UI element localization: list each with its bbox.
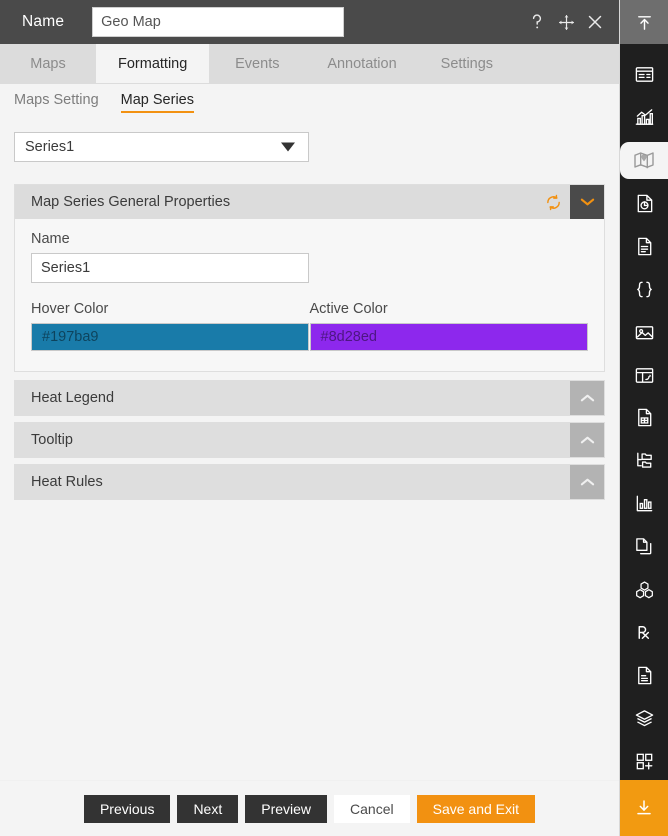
tab-maps[interactable]: Maps: [0, 44, 96, 83]
heat-rules-section[interactable]: Heat Rules: [14, 464, 605, 500]
name-input[interactable]: [92, 7, 345, 37]
sidebar-item-braces[interactable]: [620, 271, 668, 308]
color-fields-row: Hover Color #197ba9 Active Color #8d28ed: [31, 301, 588, 351]
panel-collapse-toggle[interactable]: [570, 185, 604, 219]
sidebar-item-map[interactable]: [620, 141, 668, 179]
help-icon[interactable]: [527, 11, 547, 33]
close-icon[interactable]: [585, 11, 605, 33]
sidebar-item-tree-folder[interactable]: [620, 442, 668, 479]
sidebar-item-prescription[interactable]: [620, 614, 668, 651]
active-color-label: Active Color: [309, 301, 388, 317]
sub-tabs: Maps Setting Map Series: [0, 84, 619, 120]
series-name-label: Name: [31, 231, 70, 247]
collapse-up-icon[interactable]: [620, 0, 668, 44]
heat-legend-section[interactable]: Heat Legend: [14, 380, 605, 416]
sidebar-item-column-chart[interactable]: [620, 485, 668, 522]
sidebar-item-image[interactable]: [620, 314, 668, 351]
subtab-maps-setting[interactable]: Maps Setting: [14, 93, 99, 112]
tooltip-title: Tooltip: [31, 432, 73, 448]
cancel-button[interactable]: Cancel: [334, 794, 410, 823]
previous-button[interactable]: Previous: [83, 794, 171, 823]
heat-rules-title: Heat Rules: [31, 474, 103, 490]
panel-title: Map Series General Properties: [31, 194, 231, 210]
title-bar-actions: [527, 11, 609, 33]
title-bar: Name: [0, 0, 619, 44]
heat-legend-title: Heat Legend: [31, 390, 115, 406]
sidebar-item-add-widget[interactable]: [620, 743, 668, 780]
next-button[interactable]: Next: [177, 794, 239, 823]
sidebar-item-document[interactable]: [620, 228, 668, 265]
active-color-field: Active Color #8d28ed: [309, 301, 589, 351]
hover-color-label: Hover Color: [31, 301, 109, 317]
main-column: Name Geo Map Maps Formatting Events Anno…: [0, 0, 620, 836]
sidebar-item-table[interactable]: [620, 357, 668, 394]
panel-header-actions: [536, 185, 604, 219]
sidebar-item-layers[interactable]: [620, 700, 668, 737]
heat-legend-expand-toggle[interactable]: [570, 381, 604, 415]
tab-formatting[interactable]: Formatting: [96, 44, 210, 83]
refresh-icon[interactable]: [536, 185, 570, 219]
download-icon[interactable]: [620, 780, 668, 836]
series-name-input[interactable]: [31, 253, 309, 283]
sidebar-item-pie-report[interactable]: [620, 185, 668, 222]
series-selector-value[interactable]: Series1: [14, 132, 309, 162]
move-icon[interactable]: [556, 11, 576, 33]
subtab-map-series[interactable]: Map Series: [120, 93, 195, 113]
sidebar-item-copy-page[interactable]: [620, 528, 668, 565]
footer-toolbar: Previous Next Preview Cancel Save and Ex…: [0, 780, 619, 836]
panel-content: Name Hover Color #197ba9 Active Color #8…: [15, 219, 604, 371]
save-and-exit-button[interactable]: Save and Exit: [416, 794, 536, 823]
tab-settings[interactable]: Settings: [419, 44, 515, 83]
tooltip-section[interactable]: Tooltip: [14, 422, 605, 458]
sidebar-item-spreadsheet[interactable]: [620, 400, 668, 437]
hover-color-field: Hover Color #197ba9: [31, 301, 310, 351]
tooltip-expand-toggle[interactable]: [570, 423, 604, 457]
sidebar-item-bar-chart[interactable]: [620, 99, 668, 136]
editor-window: Name Geo Map Maps Formatting Events Anno…: [0, 0, 668, 836]
tab-events[interactable]: Events: [209, 44, 305, 83]
sidebar-item-cubes[interactable]: [620, 571, 668, 608]
panel-header[interactable]: Map Series General Properties: [15, 185, 604, 219]
right-sidebar: [620, 0, 668, 836]
panel-body-area: Series1 Map Series General Properties Na…: [0, 120, 619, 780]
heat-rules-expand-toggle[interactable]: [570, 465, 604, 499]
active-color-swatch[interactable]: #8d28ed: [309, 323, 588, 351]
map-series-general-properties-panel: Map Series General Properties Name Serie…: [14, 184, 605, 372]
main-tabs: Maps Formatting Events Annotation Settin…: [0, 44, 619, 84]
name-label: Name: [22, 13, 65, 30]
sidebar-items: [620, 44, 668, 780]
hover-color-swatch[interactable]: #197ba9: [31, 323, 309, 351]
series-selector[interactable]: Series1: [14, 132, 309, 162]
sidebar-item-file-list[interactable]: [620, 657, 668, 694]
tab-annotation[interactable]: Annotation: [305, 44, 418, 83]
sidebar-item-form-layout[interactable]: [620, 56, 668, 93]
preview-button[interactable]: Preview: [245, 794, 328, 823]
